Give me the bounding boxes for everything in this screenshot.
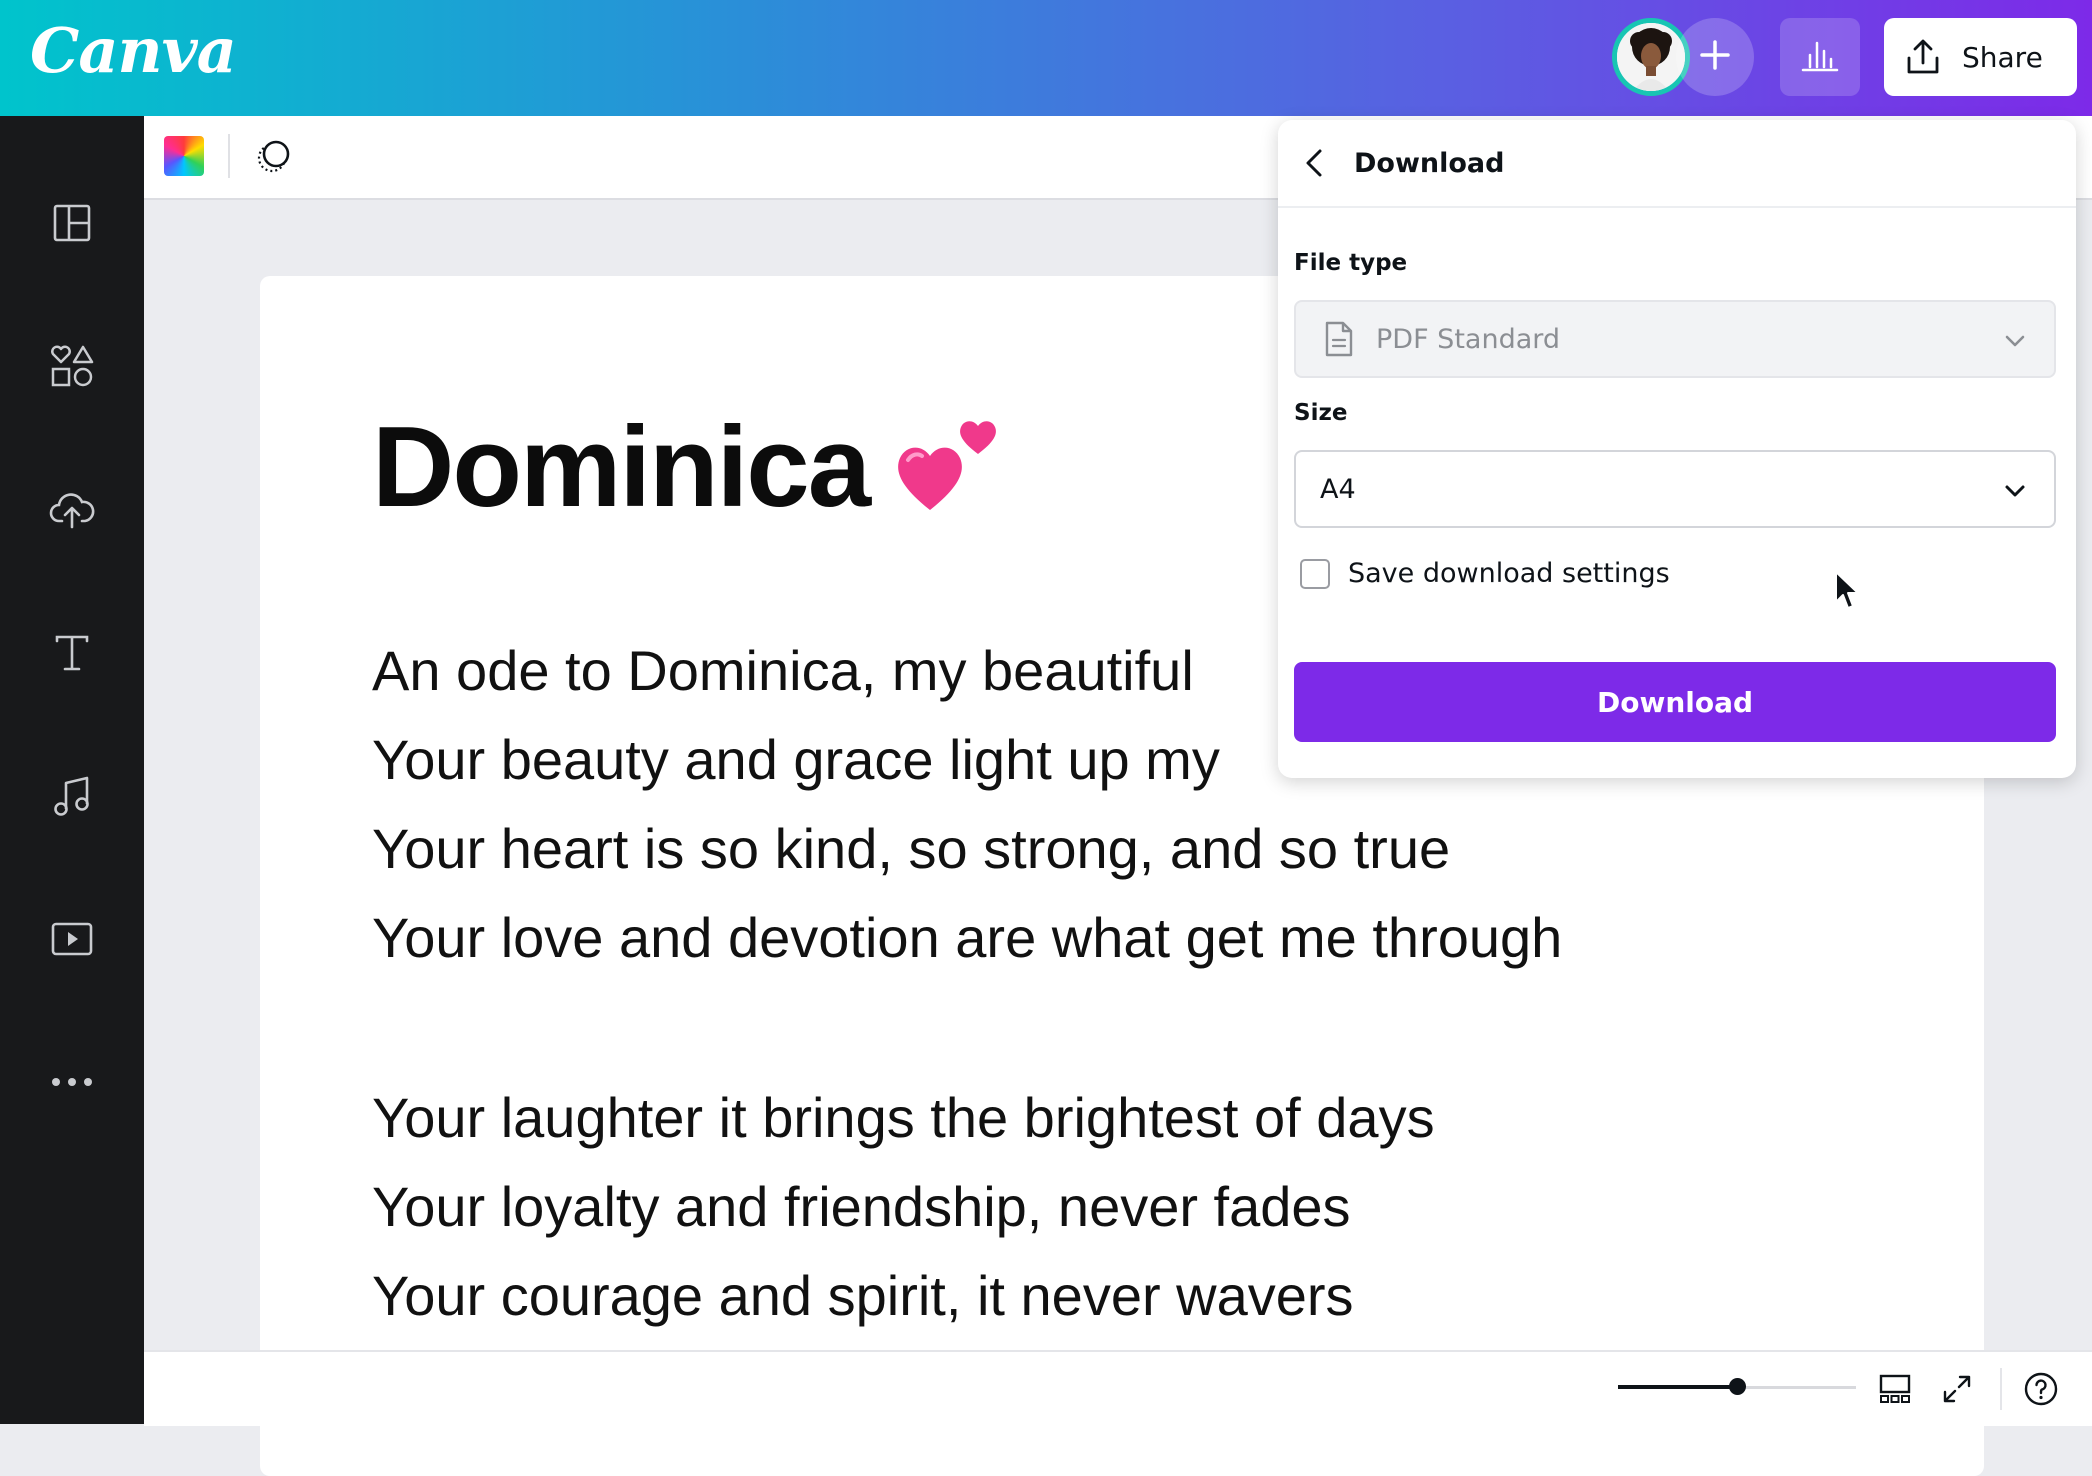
back-arrow-icon[interactable] [1298, 146, 1332, 180]
video-play-icon [51, 922, 93, 956]
more-dots-icon [52, 1078, 92, 1086]
document-icon [1325, 321, 1353, 357]
document-title[interactable]: Dominica [372, 402, 871, 533]
share-button[interactable]: Share [1884, 18, 2077, 96]
grid-view-button[interactable] [1876, 1370, 1914, 1408]
canva-logo[interactable]: Canva [30, 14, 237, 87]
poem-line: Your loyalty and friendship, never fades [372, 1175, 1351, 1238]
poem-line: Your courage and spirit, it never wavers [372, 1264, 1354, 1327]
poem-line: Your laughter it brings the brightest of… [372, 1086, 1435, 1149]
cloud-upload-icon [49, 493, 95, 529]
sidebar-item-text[interactable] [0, 618, 144, 688]
help-button[interactable] [2022, 1370, 2060, 1408]
add-collaborator-button[interactable] [1676, 18, 1754, 96]
chevron-down-icon [2005, 335, 2025, 347]
save-settings-label[interactable]: Save download settings [1348, 558, 1670, 589]
download-panel: Download File type PDF Standard Size A4 … [1278, 120, 2076, 778]
poem-line: Your love and devotion are what get me t… [372, 906, 1563, 969]
zoom-slider-fill [1618, 1385, 1738, 1389]
transparency-icon[interactable] [254, 136, 294, 176]
layout-icon [53, 204, 91, 242]
share-upload-icon [1907, 39, 1939, 74]
size-select[interactable]: A4 [1294, 450, 2056, 528]
bar-chart-icon [1800, 37, 1840, 77]
save-settings-checkbox[interactable] [1300, 558, 1330, 589]
sidebar-item-design[interactable] [0, 188, 144, 258]
size-label: Size [1294, 400, 1348, 426]
expand-icon [1943, 1375, 1971, 1403]
background-color-picker[interactable] [164, 136, 204, 176]
poem-line: Your heart is so kind, so strong, and so… [372, 817, 1451, 880]
file-type-select[interactable]: PDF Standard [1294, 300, 2056, 378]
sidebar-item-more[interactable] [0, 1047, 144, 1117]
save-settings-row[interactable]: Save download settings [1300, 558, 1670, 589]
sidebar-item-videos[interactable] [0, 904, 144, 974]
sidebar-item-elements[interactable] [0, 331, 144, 401]
sidebar-item-audio[interactable] [0, 761, 144, 831]
sidebar-item-uploads[interactable] [0, 474, 144, 544]
page-grid-icon [1879, 1374, 1911, 1403]
top-bar: Canva Share [0, 0, 2092, 116]
bottom-bar [144, 1350, 2092, 1426]
bottom-divider [2000, 1368, 2002, 1410]
size-value: A4 [1320, 473, 1356, 505]
download-panel-header: Download [1278, 120, 2076, 208]
file-type-value: PDF Standard [1376, 323, 1561, 355]
help-icon [2024, 1372, 2058, 1406]
mouse-cursor-icon [1835, 571, 1859, 609]
download-panel-title: Download [1354, 148, 1505, 179]
music-note-icon [54, 776, 89, 816]
two-hearts-emoji [898, 421, 996, 510]
insights-button[interactable] [1780, 18, 1860, 96]
plus-icon [1698, 38, 1732, 76]
poem-blank-line [372, 982, 1562, 1073]
file-type-label: File type [1294, 250, 1408, 276]
zoom-slider-thumb[interactable] [1729, 1378, 1746, 1395]
text-icon [55, 635, 89, 671]
chevron-down-icon [2005, 485, 2025, 497]
toolbar-divider [228, 134, 230, 178]
download-button[interactable]: Download [1294, 662, 2056, 742]
share-label: Share [1962, 40, 2043, 74]
shapes-icon [51, 345, 94, 387]
fullscreen-button[interactable] [1938, 1370, 1976, 1408]
left-sidebar [0, 116, 144, 1424]
